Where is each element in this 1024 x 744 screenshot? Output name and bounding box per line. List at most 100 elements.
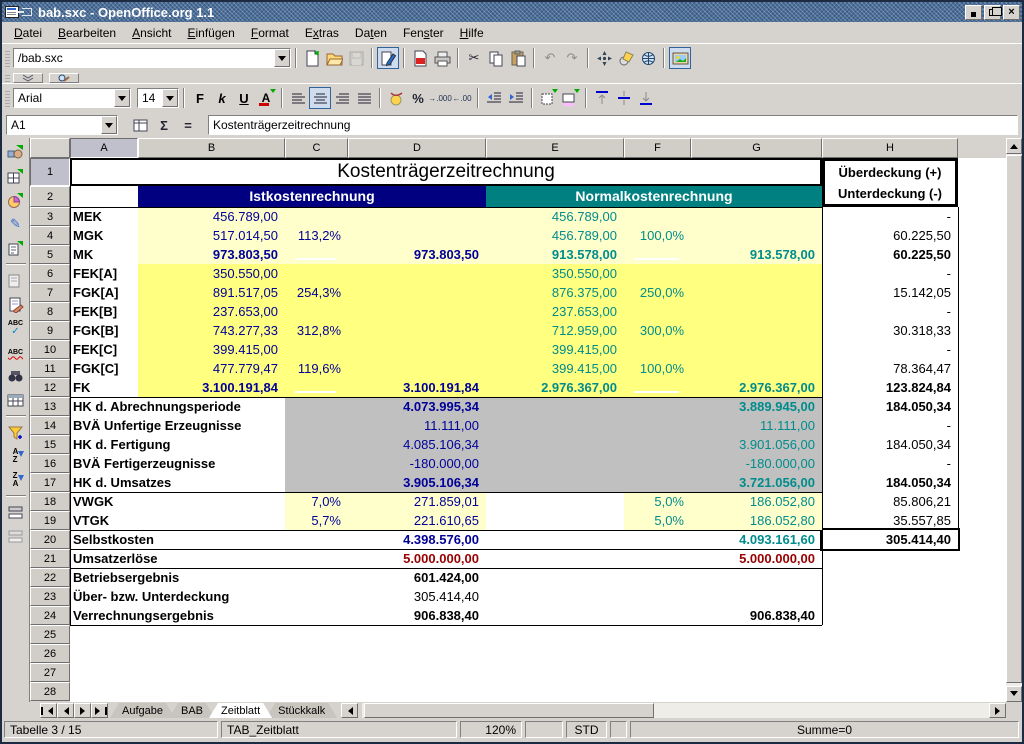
sheet-position-field[interactable]: Tabelle 3 / 15 <box>4 721 218 738</box>
spellcheck-button[interactable]: ABC✓ <box>4 316 28 340</box>
cell-H9[interactable]: 30.318,33 <box>822 321 958 340</box>
row-label-18[interactable]: VWGK <box>70 492 282 511</box>
cell-H7[interactable]: 15.142,05 <box>822 283 958 302</box>
cell-H10[interactable]: - <box>822 340 958 359</box>
font-color-button[interactable]: A <box>255 87 277 109</box>
export-pdf-button[interactable] <box>409 47 431 69</box>
row-header-5[interactable]: 5 <box>30 245 70 264</box>
align-left-button[interactable] <box>287 87 309 109</box>
cell-D12[interactable]: 3.100.191,84 <box>348 378 486 397</box>
cell-C7[interactable]: 254,3% <box>285 283 348 302</box>
cell-C19[interactable]: 5,7% <box>285 511 348 530</box>
align-top-button[interactable] <box>591 87 613 109</box>
sort-ascending-button[interactable]: AZ <box>4 444 28 468</box>
row-header-10[interactable]: 10 <box>30 340 70 359</box>
align-center-button[interactable] <box>309 87 331 109</box>
add-decimal-button[interactable]: →.000 <box>429 87 451 109</box>
hyperlink-globe-button[interactable] <box>637 47 659 69</box>
cell-B8[interactable]: 237.653,00 <box>138 302 285 321</box>
row-label-16[interactable]: BVÄ Fertigerzeugnisse <box>70 454 282 473</box>
sum-button[interactable]: Σ <box>152 115 176 135</box>
cell-G18[interactable]: 186.052,80 <box>691 492 822 511</box>
row-header-11[interactable]: 11 <box>30 359 70 378</box>
cell-F9[interactable]: 300,0% <box>624 321 691 340</box>
font-size-dropdown[interactable] <box>162 89 178 107</box>
font-size-value[interactable]: 14 <box>138 91 162 105</box>
row-header-16[interactable]: 16 <box>30 454 70 473</box>
sheet-tab-bab[interactable]: BAB <box>169 703 215 718</box>
url-combo[interactable]: /bab.sxc <box>13 48 291 68</box>
last-sheet-button[interactable] <box>91 703 108 718</box>
col-header-G[interactable]: G <box>691 138 822 158</box>
cell-H5[interactable]: 60.225,50 <box>822 245 958 264</box>
row-label-13[interactable]: HK d. Abrechnungsperiode <box>70 397 282 416</box>
font-name-value[interactable]: Arial <box>14 91 114 105</box>
italic-button[interactable]: k <box>211 87 233 109</box>
cell-B7[interactable]: 891.517,05 <box>138 283 285 302</box>
row-header-12[interactable]: 12 <box>30 378 70 397</box>
row-header-27[interactable]: 27 <box>30 663 70 682</box>
insert-cells-button[interactable] <box>4 164 28 188</box>
align-bottom-button[interactable] <box>635 87 657 109</box>
number-format-currency-button[interactable] <box>385 87 407 109</box>
menu-datei[interactable]: Datei <box>6 24 50 42</box>
cell-H17[interactable]: 184.050,34 <box>822 473 958 492</box>
split-window-button[interactable] <box>4 500 28 524</box>
stylist-button[interactable] <box>615 47 637 69</box>
row-header-23[interactable]: 23 <box>30 587 70 606</box>
cut-button[interactable]: ✂ <box>463 47 485 69</box>
cell-D13[interactable]: 4.073.995,34 <box>348 397 486 416</box>
maximize-button[interactable] <box>984 5 1001 20</box>
cell-G21[interactable]: 5.000.000,00 <box>691 549 822 568</box>
edit-autoformat-button[interactable] <box>4 292 28 316</box>
url-value[interactable]: /bab.sxc <box>14 51 274 65</box>
row-header-9[interactable]: 9 <box>30 321 70 340</box>
row-header-22[interactable]: 22 <box>30 568 70 587</box>
align-justify-button[interactable] <box>353 87 375 109</box>
cell-B3[interactable]: 456.789,00 <box>138 207 285 226</box>
cell-G20[interactable]: 4.093.161,60 <box>691 530 822 549</box>
cell-B5[interactable]: 973.803,50 <box>138 245 285 264</box>
edit-file-button[interactable] <box>377 47 399 69</box>
sheet-tab-stückkalk[interactable]: Stückkalk <box>266 703 337 718</box>
function-button[interactable]: = <box>176 115 200 135</box>
vertical-scroll-thumb[interactable] <box>1006 155 1022 683</box>
vertical-scrollbar[interactable] <box>1006 138 1022 702</box>
background-color-button[interactable] <box>559 87 581 109</box>
cell-title-A1[interactable]: Kostenträgerzeitrechnung <box>70 158 822 186</box>
row-header-17[interactable]: 17 <box>30 473 70 492</box>
menu-format[interactable]: Format <box>243 24 297 42</box>
cell-D19[interactable]: 221.610,65 <box>348 511 486 530</box>
row-header-4[interactable]: 4 <box>30 226 70 245</box>
increase-indent-button[interactable] <box>505 87 527 109</box>
cell-D5[interactable]: 973.803,50 <box>348 245 486 264</box>
menu-ansicht[interactable]: Ansicht <box>124 24 179 42</box>
select-all-corner[interactable] <box>30 138 70 158</box>
cell-G16[interactable]: -180.000,00 <box>691 454 822 473</box>
cell-overunder-header[interactable]: Überdeckung (+) Unterdeckung (-) <box>822 158 958 207</box>
menu-extras[interactable]: Extras <box>297 24 347 42</box>
name-box-dropdown[interactable] <box>101 116 117 134</box>
delete-decimal-button[interactable]: ←.00 <box>451 87 473 109</box>
cell-C11[interactable]: 119,6% <box>285 359 348 378</box>
cell-F4[interactable]: 100,0% <box>624 226 691 245</box>
cell-H4[interactable]: 60.225,50 <box>822 226 958 245</box>
cell-H8[interactable]: - <box>822 302 958 321</box>
insert-chart-button[interactable] <box>4 188 28 212</box>
cell-D23[interactable]: 305.414,40 <box>348 587 486 606</box>
font-name-combo[interactable]: Arial <box>13 88 131 108</box>
cell-C4[interactable]: 113,2% <box>285 226 348 245</box>
row-label-22[interactable]: Betriebsergebnis <box>70 568 282 587</box>
insert-mode-field[interactable] <box>525 721 563 738</box>
cell-H11[interactable]: 78.364,47 <box>822 359 958 378</box>
row-header-21[interactable]: 21 <box>30 549 70 568</box>
menu-bearbeiten[interactable]: Bearbeiten <box>50 24 124 42</box>
toolbar-grip[interactable] <box>5 74 10 82</box>
cell-D17[interactable]: 3.905.106,34 <box>348 473 486 492</box>
cell-G5[interactable]: 913.578,00 <box>691 245 822 264</box>
find-replace-button[interactable] <box>4 364 28 388</box>
cell-H12[interactable]: 123.824,84 <box>822 378 958 397</box>
menu-daten[interactable]: Daten <box>347 24 395 42</box>
prev-sheet-button[interactable] <box>57 703 74 718</box>
menu-hilfe[interactable]: Hilfe <box>452 24 492 42</box>
